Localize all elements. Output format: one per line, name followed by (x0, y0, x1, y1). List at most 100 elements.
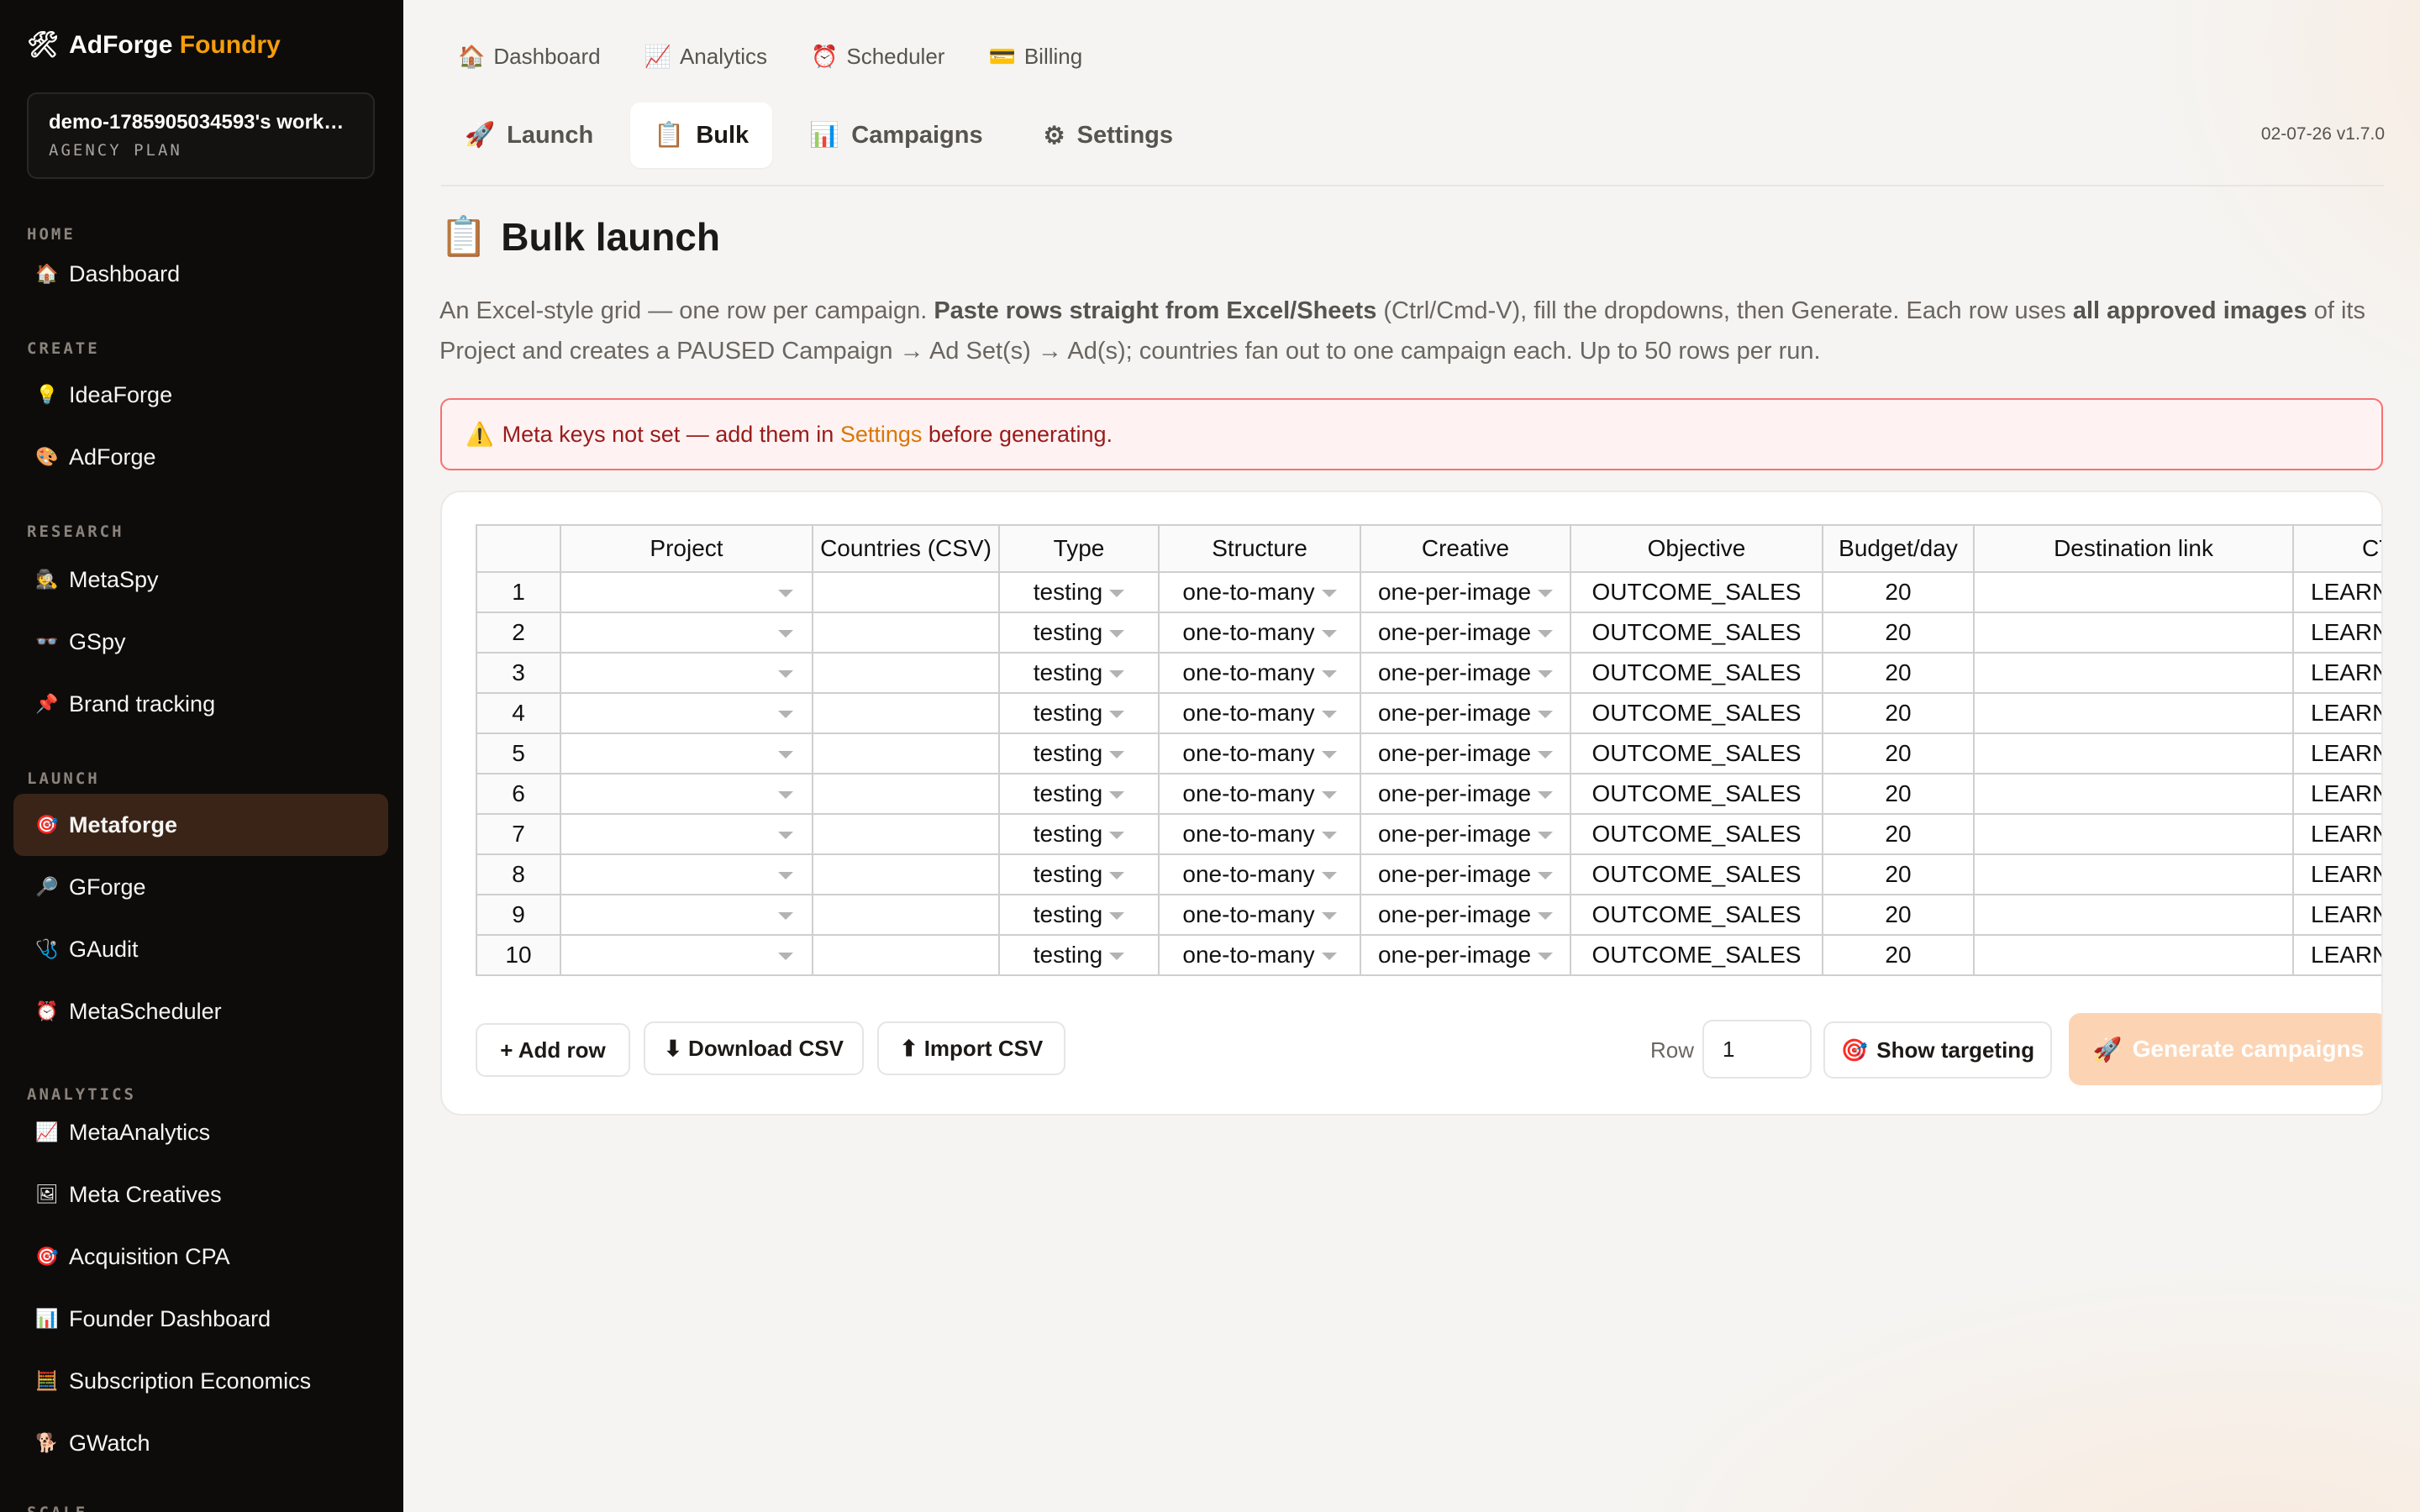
cell-type[interactable]: testing (998, 612, 1160, 654)
cell-budget[interactable]: 20 (1822, 813, 1975, 855)
cell-structure[interactable]: one-to-many (1158, 612, 1361, 654)
cell-structure[interactable]: one-to-many (1158, 894, 1361, 936)
topnav-analytics[interactable]: 📈 Analytics (644, 44, 767, 70)
sidebar-item-adforge[interactable]: 🎨 AdForge (13, 426, 388, 488)
workspace-switcher[interactable]: demo-1785905034593's work… AGENCY PLAN (27, 92, 375, 179)
topnav-scheduler[interactable]: ⏰ Scheduler (811, 44, 944, 70)
cell-cta[interactable]: LEARN_M (2292, 571, 2381, 613)
cell-budget[interactable]: 20 (1822, 571, 1975, 613)
cell-countries[interactable] (812, 692, 1000, 734)
cell-link[interactable] (1973, 612, 2294, 654)
cell-type[interactable]: testing (998, 853, 1160, 895)
cell-budget[interactable]: 20 (1822, 853, 1975, 895)
cell-link[interactable] (1973, 571, 2294, 613)
add-row-button[interactable]: + Add row (476, 1023, 630, 1077)
cell-link[interactable] (1973, 853, 2294, 895)
sidebar-item-brand-tracking[interactable]: 📌 Brand tracking (13, 673, 388, 735)
sidebar-item-gforge[interactable]: 🔎 GForge (13, 856, 388, 918)
cell-link[interactable] (1973, 813, 2294, 855)
cell-type[interactable]: testing (998, 813, 1160, 855)
cell-structure[interactable]: one-to-many (1158, 692, 1361, 734)
cell-budget[interactable]: 20 (1822, 612, 1975, 654)
cell-creative[interactable]: one-per-image (1360, 732, 1571, 774)
topnav-billing[interactable]: 💳 Billing (988, 44, 1082, 70)
cell-cta[interactable]: LEARN_M (2292, 853, 2381, 895)
cell-type[interactable]: testing (998, 894, 1160, 936)
cell-project[interactable] (560, 894, 813, 936)
cell-objective[interactable]: OUTCOME_SALES (1570, 612, 1823, 654)
cell-countries[interactable] (812, 934, 1000, 976)
cell-type[interactable]: testing (998, 692, 1160, 734)
cell-budget[interactable]: 20 (1822, 894, 1975, 936)
cell-cta[interactable]: LEARN_M (2292, 894, 2381, 936)
cell-objective[interactable]: OUTCOME_SALES (1570, 894, 1823, 936)
sidebar-item-subscription-economics[interactable]: 🧮 Subscription Economics (13, 1350, 388, 1412)
row-number-input[interactable]: 1 (1702, 1020, 1812, 1079)
topnav-dashboard[interactable]: 🏠 Dashboard (458, 44, 601, 70)
cell-creative[interactable]: one-per-image (1360, 934, 1571, 976)
cell-project[interactable] (560, 612, 813, 654)
cell-objective[interactable]: OUTCOME_SALES (1570, 934, 1823, 976)
cell-cta[interactable]: LEARN_M (2292, 934, 2381, 976)
cell-project[interactable] (560, 853, 813, 895)
cell-structure[interactable]: one-to-many (1158, 652, 1361, 694)
tab-launch[interactable]: 🚀 Launch (441, 102, 617, 168)
sidebar-item-gaudit[interactable]: 🩺 GAudit (13, 918, 388, 980)
cell-project[interactable] (560, 571, 813, 613)
cell-objective[interactable]: OUTCOME_SALES (1570, 692, 1823, 734)
cell-creative[interactable]: one-per-image (1360, 652, 1571, 694)
cell-countries[interactable] (812, 571, 1000, 613)
sidebar-item-metaspy[interactable]: 🕵 MetaSpy (13, 549, 388, 611)
cell-link[interactable] (1973, 773, 2294, 815)
cell-objective[interactable]: OUTCOME_SALES (1570, 732, 1823, 774)
cell-objective[interactable]: OUTCOME_SALES (1570, 853, 1823, 895)
generate-campaigns-button[interactable]: 🚀 Generate campaigns (2069, 1013, 2381, 1085)
cell-cta[interactable]: LEARN_M (2292, 773, 2381, 815)
cell-type[interactable]: testing (998, 571, 1160, 613)
cell-type[interactable]: testing (998, 732, 1160, 774)
cell-creative[interactable]: one-per-image (1360, 692, 1571, 734)
sidebar-item-metaanalytics[interactable]: 📈 MetaAnalytics (13, 1101, 388, 1163)
cell-objective[interactable]: OUTCOME_SALES (1570, 773, 1823, 815)
cell-objective[interactable]: OUTCOME_SALES (1570, 652, 1823, 694)
cell-creative[interactable]: one-per-image (1360, 612, 1571, 654)
tab-campaigns[interactable]: 📊 Campaigns (786, 102, 1006, 168)
cell-creative[interactable]: one-per-image (1360, 813, 1571, 855)
cell-structure[interactable]: one-to-many (1158, 732, 1361, 774)
cell-type[interactable]: testing (998, 773, 1160, 815)
cell-budget[interactable]: 20 (1822, 732, 1975, 774)
cell-project[interactable] (560, 813, 813, 855)
cell-countries[interactable] (812, 652, 1000, 694)
sidebar-item-founder-dashboard[interactable]: 📊 Founder Dashboard (13, 1288, 388, 1350)
cell-creative[interactable]: one-per-image (1360, 571, 1571, 613)
sidebar-item-gspy[interactable]: 👓 GSpy (13, 611, 388, 673)
brand-logo[interactable]: 🛠 AdForge Foundry (27, 30, 281, 60)
cell-link[interactable] (1973, 934, 2294, 976)
cell-cta[interactable]: LEARN_M (2292, 692, 2381, 734)
cell-objective[interactable]: OUTCOME_SALES (1570, 813, 1823, 855)
cell-project[interactable] (560, 773, 813, 815)
cell-structure[interactable]: one-to-many (1158, 571, 1361, 613)
cell-creative[interactable]: one-per-image (1360, 853, 1571, 895)
cell-objective[interactable]: OUTCOME_SALES (1570, 571, 1823, 613)
cell-project[interactable] (560, 934, 813, 976)
cell-project[interactable] (560, 732, 813, 774)
cell-cta[interactable]: LEARN_M (2292, 813, 2381, 855)
cell-cta[interactable]: LEARN_M (2292, 612, 2381, 654)
cell-structure[interactable]: one-to-many (1158, 813, 1361, 855)
tab-settings[interactable]: ⚙ Settings (1020, 102, 1197, 168)
cell-structure[interactable]: one-to-many (1158, 853, 1361, 895)
cell-countries[interactable] (812, 813, 1000, 855)
cell-countries[interactable] (812, 612, 1000, 654)
cell-project[interactable] (560, 652, 813, 694)
cell-structure[interactable]: one-to-many (1158, 934, 1361, 976)
settings-link[interactable]: Settings (840, 422, 923, 447)
cell-link[interactable] (1973, 692, 2294, 734)
import-csv-button[interactable]: ⬆ Import CSV (877, 1021, 1065, 1075)
cell-project[interactable] (560, 692, 813, 734)
cell-cta[interactable]: LEARN_M (2292, 652, 2381, 694)
cell-link[interactable] (1973, 894, 2294, 936)
sidebar-item-gwatch[interactable]: 🐕 GWatch (13, 1412, 388, 1474)
cell-countries[interactable] (812, 853, 1000, 895)
sidebar-item-ideaforge[interactable]: 💡 IdeaForge (13, 364, 388, 426)
